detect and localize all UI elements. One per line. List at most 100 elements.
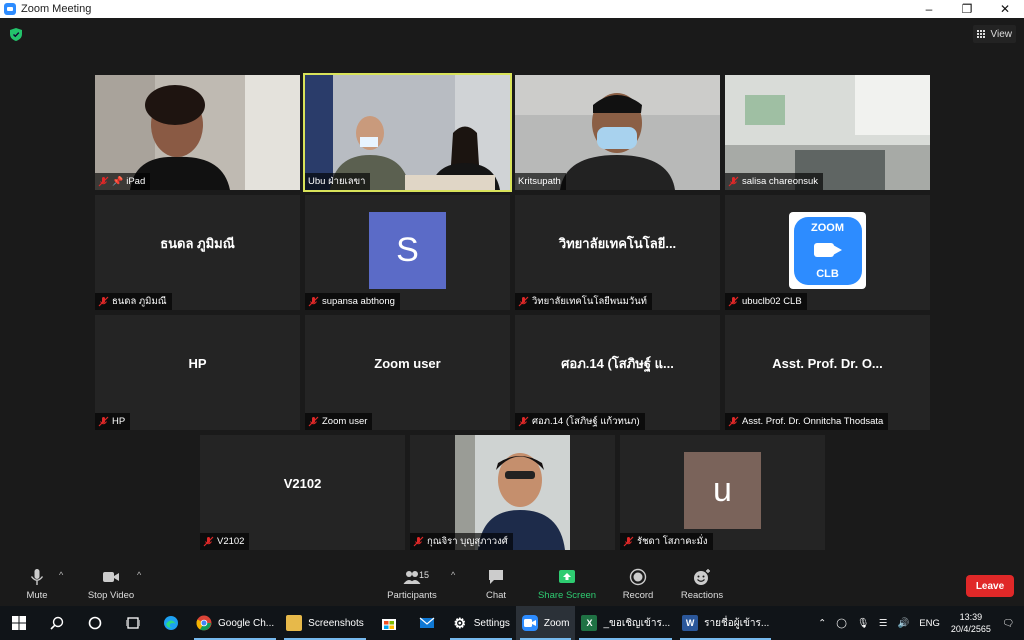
edge-icon[interactable] (152, 606, 190, 640)
participant-tile-ubuclb[interactable]: ZOOM CLB ubuclb02 CLB (725, 195, 930, 310)
participant-tile-kritsupath[interactable]: Kritsupath (515, 75, 720, 190)
stop-video-button[interactable]: Stop Video (76, 568, 146, 601)
participant-tile-salisa[interactable]: salisa chareonsuk (725, 75, 930, 190)
share-screen-label: Share Screen (537, 590, 597, 601)
taskbar-app-chrome[interactable]: Google Ch... (190, 606, 280, 640)
participant-label: ศอภ.14 (โสภิษฐ์ แก้วทนภ) (515, 413, 645, 430)
participant-label: supansa abthong (305, 293, 400, 310)
taskbar-app-screenshots[interactable]: Screenshots (280, 606, 370, 640)
security-shield-icon[interactable] (10, 28, 22, 41)
cortana-icon[interactable] (76, 606, 114, 640)
participant-name: ศอภ.14 (โสภิษฐ์ แก้วทนภ) (532, 416, 640, 427)
participant-display-name: ธนดล ภูมิมณี (160, 236, 235, 251)
system-tray: ⌃ ◯ 🎙 ☰ 🔊 ENG 13:39 20/4/2565 🗨 (813, 606, 1024, 640)
window-title: Zoom Meeting (21, 3, 92, 15)
participant-label: กุณจิรา บุญสุภาวงศ์ (410, 533, 513, 550)
participant-display-name: วิทยาลัยเทคโนโลยี... (558, 236, 677, 251)
participant-tile-v2102[interactable]: V2102 V2102 (200, 435, 405, 550)
participant-label: วิทยาลัยเทคโนโลยีพนมวันท์ (515, 293, 652, 310)
participant-tile-supansa[interactable]: S supansa abthong (305, 195, 510, 310)
participants-options-chevron-icon[interactable]: ^ (451, 570, 455, 580)
participant-display-name: V2102 (283, 476, 322, 491)
participants-label: Participants (387, 590, 437, 601)
clock-time: 13:39 (959, 612, 983, 622)
taskbar-app-zoom[interactable]: Zoom (515, 606, 576, 640)
participants-count: 15 (419, 570, 430, 580)
participant-name: Kritsupath (518, 176, 561, 187)
mail-icon[interactable] (408, 606, 446, 640)
microphone-tray-icon[interactable]: 🎙 (857, 618, 869, 629)
participant-label: รัชดา โสภาคะมั่ง (620, 533, 713, 550)
network-icon[interactable]: ☰ (879, 618, 888, 629)
participant-label: HP (95, 413, 131, 430)
participant-display-name: HP (188, 356, 207, 371)
meeting-controls: Mute ^ Stop Video ^ Participants 15 ^ Ch… (0, 562, 1024, 606)
participant-name: supansa abthong (322, 296, 395, 307)
view-button[interactable]: View (972, 25, 1016, 43)
search-icon[interactable] (38, 606, 76, 640)
mic-muted-icon (518, 416, 529, 427)
zoom-clb-logo: ZOOM CLB (789, 212, 866, 289)
logo-text-top: ZOOM (811, 221, 844, 234)
input-language[interactable]: ENG (919, 618, 940, 629)
participant-tile-college[interactable]: วิทยาลัยเทคโนโลยี... วิทยาลัยเทคโนโลยีพน… (515, 195, 720, 310)
excel-icon: X (581, 615, 598, 631)
mic-muted-icon (413, 536, 424, 547)
chat-button[interactable]: Chat (461, 568, 531, 601)
participant-tile-zoomuser[interactable]: Zoom user Zoom user (305, 315, 510, 430)
minimize-button[interactable]: – (910, 0, 948, 18)
mute-label: Mute (26, 590, 48, 601)
meeting-area: View 📌 iPad Ubu ฝ่ายเลขา Kritsupath sali… (0, 18, 1024, 562)
taskbar-app-settings[interactable]: ⚙ Settings (446, 606, 516, 640)
mic-muted-icon (308, 416, 319, 427)
participant-name: salisa chareonsuk (742, 176, 819, 187)
close-button[interactable]: ✕ (986, 0, 1024, 18)
video-options-chevron-icon[interactable]: ^ (137, 570, 141, 580)
windows-start-icon[interactable] (0, 606, 38, 640)
clock[interactable]: 13:39 20/4/2565 (951, 611, 991, 635)
reactions-button[interactable]: Reactions (667, 568, 737, 601)
participant-label: ธนดล ภูมิมณี (95, 293, 172, 310)
task-view-icon[interactable] (114, 606, 152, 640)
participant-label: Zoom user (305, 413, 373, 430)
participant-label: Ubu ฝ่ายเลขา (305, 173, 371, 190)
share-screen-button[interactable]: Share Screen (532, 568, 602, 601)
mic-muted-icon (203, 536, 214, 547)
participant-label: 📌 iPad (95, 173, 151, 190)
mic-muted-icon (518, 296, 529, 307)
mic-muted-icon (728, 296, 739, 307)
show-hidden-icons-chevron-icon[interactable]: ⌃ (818, 618, 826, 629)
taskbar-app-word[interactable]: W รายชื่อผู้เข้าร... (676, 606, 775, 640)
mic-muted-icon (98, 296, 109, 307)
title-bar: Zoom Meeting – ❐ ✕ (0, 0, 1024, 18)
participant-tile-ipad[interactable]: 📌 iPad (95, 75, 300, 190)
mic-muted-icon (98, 176, 109, 187)
participant-name: ubuclb02 CLB (742, 296, 802, 307)
audio-options-chevron-icon[interactable]: ^ (59, 570, 63, 580)
notifications-icon[interactable]: 🗨 (1002, 618, 1014, 629)
pin-icon: 📌 (112, 176, 124, 186)
participant-tile-ubu[interactable]: Ubu ฝ่ายเลขา (303, 73, 512, 192)
zoom-tray-icon[interactable]: ◯ (836, 618, 847, 629)
mic-muted-icon (728, 416, 739, 427)
participant-tile-hp[interactable]: HP HP (95, 315, 300, 430)
participants-button[interactable]: Participants 15 (377, 568, 447, 601)
leave-button[interactable]: Leave (966, 575, 1014, 597)
reactions-label: Reactions (680, 590, 724, 601)
restore-button[interactable]: ❐ (948, 0, 986, 18)
avatar: u (684, 452, 761, 529)
avatar: S (369, 212, 446, 289)
participant-tile-onnitcha[interactable]: Asst. Prof. Dr. O... Asst. Prof. Dr. Onn… (725, 315, 930, 430)
participant-display-name: ศอภ.14 (โสภิษฐ์ แ... (561, 356, 674, 371)
participant-tile-thanadol[interactable]: ธนดล ภูมิมณี ธนดล ภูมิมณี (95, 195, 300, 310)
volume-icon[interactable]: 🔊 (897, 618, 909, 629)
record-button[interactable]: Record (603, 568, 673, 601)
participant-tile-ratchada[interactable]: u รัชดา โสภาคะมั่ง (620, 435, 825, 550)
participant-tile-sorpor[interactable]: ศอภ.14 (โสภิษฐ์ แ... ศอภ.14 (โสภิษฐ์ แก้… (515, 315, 720, 430)
taskbar-app-excel[interactable]: X _ขอเชิญเข้าร... (575, 606, 676, 640)
participant-tile-kunjira[interactable]: กุณจิรา บุญสุภาวงศ์ (410, 435, 615, 550)
store-icon[interactable] (370, 606, 408, 640)
mic-muted-icon (623, 536, 634, 547)
logo-text-bottom: CLB (816, 267, 839, 280)
participant-display-name: Asst. Prof. Dr. O... (772, 356, 883, 371)
